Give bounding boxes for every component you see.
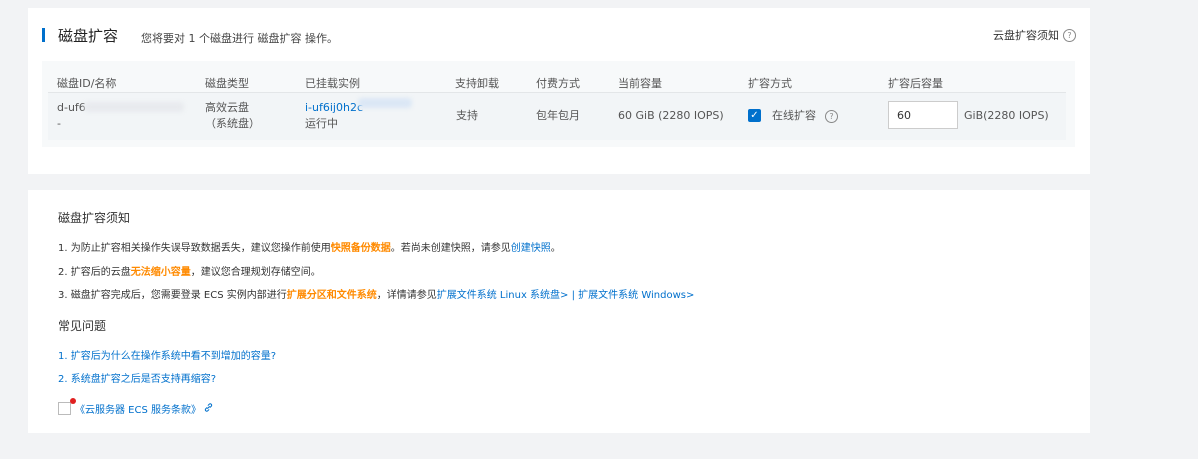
question-icon[interactable]: ? xyxy=(1063,28,1076,42)
disk-type: 高效云盘 xyxy=(205,101,249,114)
notice-text: 。 xyxy=(550,243,561,254)
detachable-value: 支持 xyxy=(456,109,478,122)
faq-link-1[interactable]: 1. 扩容后为什么在操作系统中看不到增加的容量? xyxy=(58,347,276,362)
page-title: 磁盘扩容 xyxy=(58,27,119,45)
col-new-capacity: 扩容后容量 xyxy=(888,77,943,90)
instance-link[interactable]: i-uf6ij0h2c xyxy=(305,100,363,115)
agreement-row: 《云服务器 ECS 服务条款》 xyxy=(58,398,214,416)
extend-fs-linux-link[interactable]: 扩展文件系统 Linux 系统盘> xyxy=(437,290,569,301)
current-capacity-value: 60 GiB (2280 IOPS) xyxy=(618,109,724,122)
new-capacity-input[interactable]: 60 xyxy=(888,101,958,129)
notice-text: 3. 磁盘扩容完成后，您需要登录 ECS 实例内部进行 xyxy=(58,290,287,301)
question-icon[interactable]: ? xyxy=(825,110,838,123)
notice-text: ，详情请参见 xyxy=(376,290,437,301)
redacted-disk-id xyxy=(84,102,184,112)
notice-highlight: 扩展分区和文件系统 xyxy=(286,290,377,301)
notice-text: 1. 为防止扩容相关操作失误导致数据丢失，建议您操作前使用 xyxy=(58,243,331,254)
link-icon[interactable] xyxy=(203,402,214,416)
agreement-checkbox[interactable] xyxy=(58,398,76,415)
title-accent-bar xyxy=(42,28,45,42)
online-resize-label[interactable]: 在线扩容 xyxy=(772,108,816,123)
disk-category: （系统盘） xyxy=(205,117,260,130)
billing-value: 包年包月 xyxy=(536,109,580,122)
faq-link-2[interactable]: 2. 系统盘扩容之后是否支持再缩容? xyxy=(58,370,216,385)
notice-title: 磁盘扩容须知 xyxy=(58,211,131,225)
redacted-instance-id xyxy=(358,98,412,108)
online-resize-checkbox[interactable]: ✓ xyxy=(748,109,761,122)
notice-text: 2. 扩容后的云盘 xyxy=(58,267,131,278)
table-row: d-uf6 - 高效云盘 （系统盘） i-uf6ij0h2c 运行中 支持 包年… xyxy=(48,92,1066,140)
notice-item-3: 3. 磁盘扩容完成后，您需要登录 ECS 实例内部进行扩展分区和文件系统，详情请… xyxy=(58,286,694,301)
notice-highlight: 无法缩小容量 xyxy=(130,267,191,278)
col-disk-id: 磁盘ID/名称 xyxy=(57,77,117,90)
new-capacity-unit: GiB(2280 IOPS) xyxy=(964,109,1049,122)
col-detachable: 支持卸载 xyxy=(455,77,499,90)
col-instance: 已挂载实例 xyxy=(305,77,360,90)
disk-table: 磁盘ID/名称 磁盘类型 已挂载实例 支持卸载 付费方式 当前容量 扩容方式 扩… xyxy=(42,61,1075,147)
resize-notice-help-link[interactable]: 云盘扩容须知 ? xyxy=(993,27,1076,43)
col-disk-type: 磁盘类型 xyxy=(205,77,249,90)
resize-panel: 磁盘扩容 您将要对 1 个磁盘进行 磁盘扩容 操作。 云盘扩容须知 ? 磁盘ID… xyxy=(28,8,1090,174)
page-description: 您将要对 1 个磁盘进行 磁盘扩容 操作。 xyxy=(141,32,338,45)
notice-text: ，建议您合理规划存储空间。 xyxy=(190,267,321,278)
notice-text: 。若尚未创建快照，请参见 xyxy=(390,243,511,254)
notice-panel: 磁盘扩容须知 1. 为防止扩容相关操作失误导致数据丢失，建议您操作前使用快照备份… xyxy=(28,190,1090,433)
col-resize-method: 扩容方式 xyxy=(748,77,792,90)
required-dot xyxy=(70,398,76,404)
disk-id: d-uf6 xyxy=(57,101,86,114)
notice-highlight: 快照备份数据 xyxy=(330,243,391,254)
col-current-capacity: 当前容量 xyxy=(618,77,662,90)
faq-title: 常见问题 xyxy=(58,319,107,333)
link-separator: | xyxy=(568,290,579,301)
col-billing: 付费方式 xyxy=(536,77,580,90)
agreement-link[interactable]: 《云服务器 ECS 服务条款》 xyxy=(75,401,201,416)
notice-item-1: 1. 为防止扩容相关操作失误导致数据丢失，建议您操作前使用快照备份数据。若尚未创… xyxy=(58,239,561,254)
help-link-label[interactable]: 云盘扩容须知 xyxy=(993,27,1059,43)
instance-status: 运行中 xyxy=(305,117,338,130)
disk-name: - xyxy=(57,117,61,130)
notice-item-2: 2. 扩容后的云盘无法缩小容量，建议您合理规划存储空间。 xyxy=(58,263,321,278)
create-snapshot-link[interactable]: 创建快照 xyxy=(511,243,551,254)
extend-fs-windows-link[interactable]: 扩展文件系统 Windows> xyxy=(578,290,694,301)
